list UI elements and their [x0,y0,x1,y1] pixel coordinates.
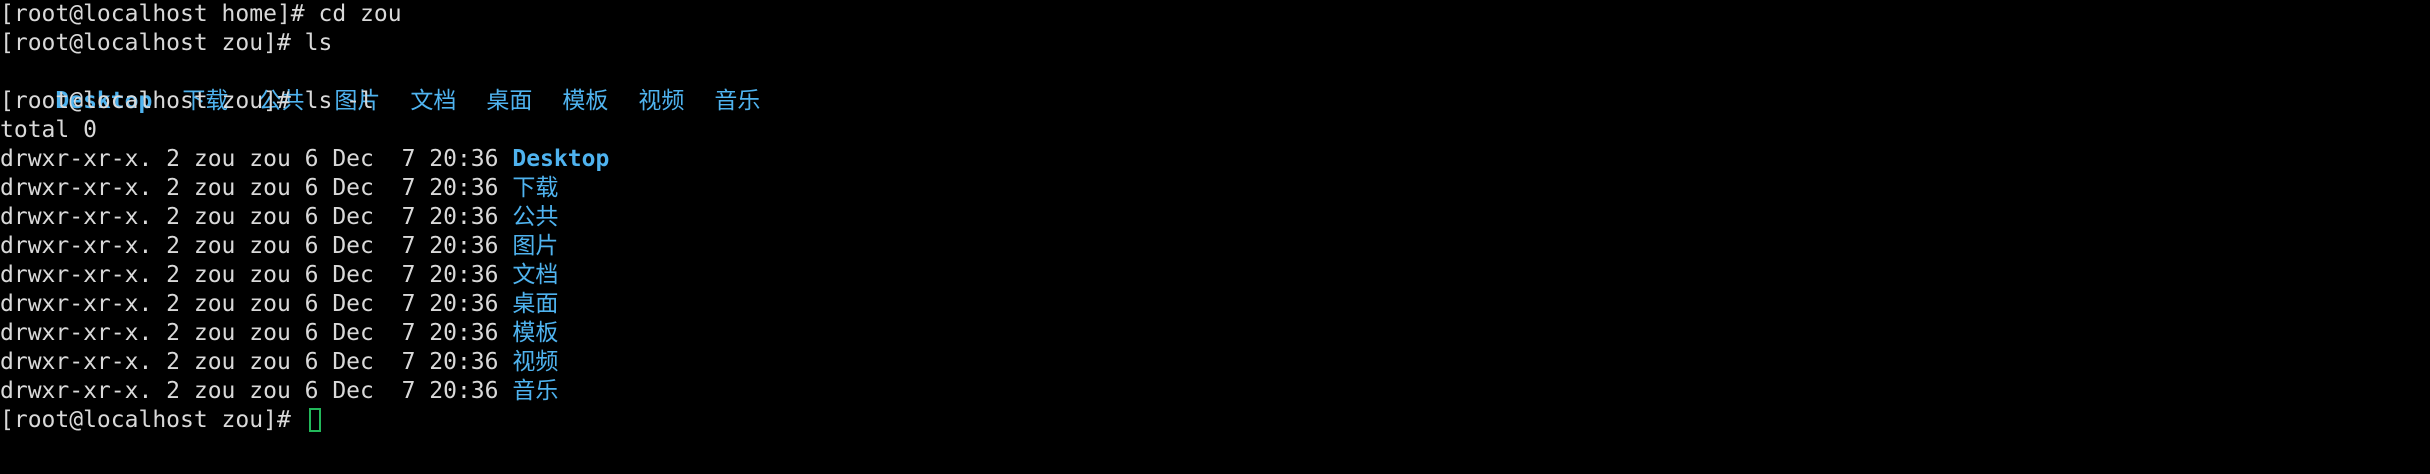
total-line: total 0 [0,116,2430,145]
dir-name: 公共 [512,204,559,230]
dir-name: 文档 [512,262,559,288]
dir-entry-desktop-cn: 桌面 [486,88,533,114]
file-info: drwxr-xr-x. 2 zou zou 6 Dec 7 20:36 [0,175,513,201]
dir-name: 视频 [512,349,559,375]
dir-name: Desktop [512,146,610,172]
ls-output-row: Desktop 下载 公共 图片 文档 桌面 模板 视频 音乐 [0,58,2430,114]
dir-name: 下载 [512,175,559,201]
command-line-ls: [root@localhost zou]# ls [0,29,2430,58]
command-text: [root@localhost home]# cd zou [0,1,402,27]
ls-l-row: drwxr-xr-x. 2 zou zou 6 Dec 7 20:36 音乐 [0,377,2430,406]
file-info: drwxr-xr-x. 2 zou zou 6 Dec 7 20:36 [0,320,513,346]
file-info: drwxr-xr-x. 2 zou zou 6 Dec 7 20:36 [0,291,513,317]
dir-entry-templates: 模板 [562,88,609,114]
dir-entry-music: 音乐 [714,88,761,114]
file-info: drwxr-xr-x. 2 zou zou 6 Dec 7 20:36 [0,204,513,230]
ls-l-row: drwxr-xr-x. 2 zou zou 6 Dec 7 20:36 下载 [0,174,2430,203]
prompt-text: [root@localhost zou]# [0,407,305,433]
terminal-window[interactable]: [root@localhost home]# cd zou [root@loca… [0,0,2430,474]
total-text: total 0 [0,117,97,143]
command-line-cd: [root@localhost home]# cd zou [0,0,2430,29]
ls-l-row: drwxr-xr-x. 2 zou zou 6 Dec 7 20:36 文档 [0,261,2430,290]
command-line-ls-l: [root@localhost zou]# ls -l [0,87,2430,116]
dir-name: 桌面 [512,291,559,317]
cursor-block[interactable] [308,408,321,432]
file-info: drwxr-xr-x. 2 zou zou 6 Dec 7 20:36 [0,262,513,288]
ls-l-row: drwxr-xr-x. 2 zou zou 6 Dec 7 20:36 模板 [0,319,2430,348]
ls-l-row: drwxr-xr-x. 2 zou zou 6 Dec 7 20:36 桌面 [0,290,2430,319]
file-info: drwxr-xr-x. 2 zou zou 6 Dec 7 20:36 [0,233,513,259]
dir-entry-documents: 文档 [410,88,457,114]
ls-l-row: drwxr-xr-x. 2 zou zou 6 Dec 7 20:36 公共 [0,203,2430,232]
file-info: drwxr-xr-x. 2 zou zou 6 Dec 7 20:36 [0,349,513,375]
command-text: [root@localhost zou]# ls -l [0,88,374,114]
dir-name: 音乐 [512,378,559,404]
dir-name: 图片 [512,233,559,259]
dir-entry-videos: 视频 [638,88,685,114]
ls-l-row: drwxr-xr-x. 2 zou zou 6 Dec 7 20:36 Desk… [0,145,2430,174]
ls-l-row: drwxr-xr-x. 2 zou zou 6 Dec 7 20:36 图片 [0,232,2430,261]
file-info: drwxr-xr-x. 2 zou zou 6 Dec 7 20:36 [0,378,513,404]
ls-l-row: drwxr-xr-x. 2 zou zou 6 Dec 7 20:36 视频 [0,348,2430,377]
active-prompt-line[interactable]: [root@localhost zou]# [0,406,2430,435]
command-text: [root@localhost zou]# ls [0,30,333,56]
file-info: drwxr-xr-x. 2 zou zou 6 Dec 7 20:36 [0,146,513,172]
dir-name: 模板 [512,320,559,346]
